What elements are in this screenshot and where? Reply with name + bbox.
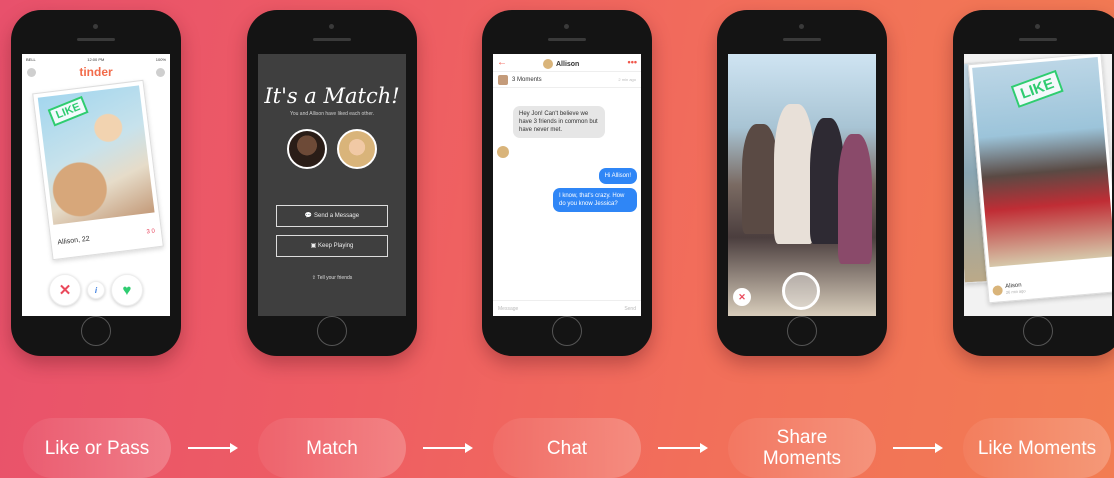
shared-friends-count: 3 0: [146, 228, 156, 236]
tell-friends-label: Tell your friends: [317, 275, 353, 281]
message-outgoing: Hi Allison!: [598, 168, 637, 184]
home-button[interactable]: [787, 316, 817, 346]
keep-playing-label: Keep Playing: [317, 243, 354, 249]
home-button[interactable]: [81, 316, 111, 346]
shutter-button[interactable]: [782, 272, 820, 310]
match-screen: It's a Match! You and Allison have liked…: [258, 54, 406, 316]
avatar: [287, 129, 327, 169]
chat-bubble-icon: 💬: [304, 213, 315, 219]
send-message-label: Send a Message: [314, 213, 360, 219]
messages-icon[interactable]: [156, 67, 165, 77]
close-camera-button[interactable]: ✕: [733, 288, 751, 306]
photo-subject: [838, 134, 872, 264]
cards-icon: ▣: [310, 243, 318, 249]
speaker: [783, 38, 821, 41]
phone-like-moments: LIKE Alison 26 min ago: [953, 10, 1114, 356]
carrier-label: BELL: [26, 56, 36, 62]
camera: [93, 24, 98, 29]
speaker: [77, 38, 115, 41]
camera: [1035, 24, 1040, 29]
step-match: Match: [258, 418, 406, 478]
photo-subject: [774, 104, 814, 244]
message-placeholder: Message: [498, 305, 519, 312]
send-message-button[interactable]: 💬 Send a Message: [276, 205, 388, 227]
settings-gear-icon[interactable]: [27, 67, 36, 77]
status-bar: BELL 12:00 PM 100%: [22, 54, 170, 64]
camera: [799, 24, 804, 29]
camera: [329, 24, 334, 29]
moment-time: 26 min ago: [1005, 288, 1026, 295]
step-share-moments: Share Moments: [728, 418, 876, 478]
profile-card[interactable]: LIKE Allison, 22 3 0: [32, 79, 164, 261]
tinder-logo: tinder: [79, 65, 113, 79]
moments-time: 2 min ago: [618, 77, 636, 82]
speaker: [1019, 38, 1057, 41]
keep-playing-button[interactable]: ▣ Keep Playing: [276, 235, 388, 257]
step-arrow: [658, 443, 708, 453]
step-arrow: [893, 443, 943, 453]
contact-name: Allison: [556, 60, 580, 68]
pass-button[interactable]: ✕: [49, 274, 81, 306]
match-title: It's a Match!: [264, 84, 400, 108]
home-button[interactable]: [552, 316, 582, 346]
chat-header: ← Allison •••: [493, 54, 641, 72]
step-arrow: [188, 443, 238, 453]
camera: [564, 24, 569, 29]
home-button[interactable]: [317, 316, 347, 346]
camera-screen: ✕: [728, 54, 876, 316]
message-input[interactable]: Message Send: [493, 300, 641, 316]
moments-feed-screen: LIKE Alison 26 min ago: [964, 54, 1112, 316]
info-button[interactable]: i: [87, 281, 105, 299]
photo-subject: [742, 124, 778, 234]
step-chat: Chat: [493, 418, 641, 478]
heart-icon: ♥: [122, 281, 132, 299]
speaker: [548, 38, 586, 41]
moment-card[interactable]: LIKE Alison 26 min ago: [967, 54, 1112, 304]
action-buttons: ✕ i ♥: [22, 274, 170, 306]
moments-count: 3 Moments: [512, 76, 542, 83]
moments-thumbnail: [498, 74, 508, 85]
battery-label: 100%: [155, 56, 166, 62]
match-avatars: [258, 129, 406, 169]
x-icon: ✕: [738, 291, 746, 302]
avatar: [337, 129, 377, 169]
top-nav: tinder: [22, 64, 170, 80]
step-like-or-pass: Like or Pass: [23, 418, 171, 478]
avatar: [992, 284, 1004, 296]
step-arrow: [423, 443, 473, 453]
more-options-icon[interactable]: •••: [628, 57, 637, 67]
moment-footer: Alison 26 min ago: [992, 282, 1026, 296]
like-button[interactable]: ♥: [111, 274, 143, 306]
message-outgoing: I know, that's crazy. How do you know Je…: [553, 188, 637, 212]
avatar: [497, 146, 509, 158]
chat-contact[interactable]: Allison: [543, 59, 579, 69]
x-icon: ✕: [58, 282, 72, 299]
phone-chat: ← Allison ••• 3 Moments 2 min ago Hey Jo…: [482, 10, 652, 356]
match-subtitle: You and Allison have liked each other.: [289, 111, 375, 117]
time-label: 12:00 PM: [87, 56, 105, 62]
speaker: [313, 38, 351, 41]
swipe-screen: BELL 12:00 PM 100% tinder LIKE Allison, …: [22, 54, 170, 316]
avatar: [543, 59, 553, 69]
send-button[interactable]: Send: [624, 306, 636, 312]
tell-friends-link[interactable]: ⇪ Tell your friends: [258, 275, 406, 281]
home-button[interactable]: [1023, 316, 1053, 346]
phone-share-moments: ✕: [717, 10, 887, 356]
moments-row[interactable]: 3 Moments 2 min ago: [493, 72, 641, 88]
step-like-moments: Like Moments: [963, 418, 1111, 478]
profile-name: Allison, 22: [57, 235, 91, 247]
chat-screen: ← Allison ••• 3 Moments 2 min ago Hey Jo…: [493, 54, 641, 316]
phone-like-or-pass: BELL 12:00 PM 100% tinder LIKE Allison, …: [11, 10, 181, 356]
back-arrow-icon[interactable]: ←: [497, 57, 507, 68]
message-incoming: Hey Jon! Can't believe we have 3 friends…: [513, 106, 605, 138]
phone-match: It's a Match! You and Allison have liked…: [247, 10, 417, 356]
